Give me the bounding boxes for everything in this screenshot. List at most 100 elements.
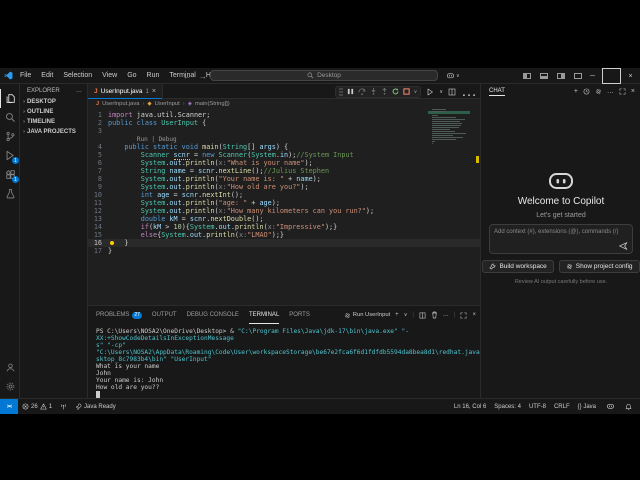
activity-extensions[interactable]: 1 — [0, 165, 20, 184]
status--java[interactable]: {} Java — [574, 404, 600, 410]
task-gear-icon — [344, 312, 351, 319]
minimap[interactable] — [432, 109, 466, 145]
chevron-down-icon[interactable]: ∨ — [414, 89, 418, 95]
split-terminal-icon[interactable] — [419, 312, 426, 319]
source-control-icon — [5, 131, 16, 142]
radio-tower-icon[interactable] — [56, 403, 71, 410]
method-symbol-icon: ◈ — [187, 100, 192, 107]
minimize-button[interactable]: ─ — [583, 68, 602, 84]
step-over-icon[interactable] — [358, 88, 366, 95]
breadcrumb-class[interactable]: UserInput — [155, 101, 180, 107]
menu-go[interactable]: Go — [123, 70, 140, 81]
task-label: Run UserInput — [352, 312, 391, 318]
copilot-status-icon[interactable] — [602, 403, 619, 410]
status-crlf[interactable]: CRLF — [550, 404, 574, 410]
tab-bar: J UserInput.java 1 × ∨ ∨ … — [88, 83, 480, 101]
codelens-row[interactable]: Run | Debug — [88, 135, 480, 143]
settings-button[interactable] — [0, 377, 20, 396]
more-actions-icon[interactable]: … — [607, 88, 614, 95]
activity-explorer[interactable] — [0, 89, 20, 108]
activity-run-debug[interactable]: 1 — [0, 146, 20, 165]
more-actions-icon[interactable]: … — [443, 312, 449, 318]
problems-status[interactable]: 26 1 — [18, 403, 56, 410]
new-terminal-icon[interactable]: + — [395, 312, 399, 318]
pause-icon[interactable] — [347, 88, 354, 95]
restore-button[interactable] — [602, 68, 621, 84]
account-button[interactable] — [0, 358, 20, 377]
build-workspace-button[interactable]: Build workspace — [482, 260, 554, 273]
terminal-output[interactable]: PS C:\Users\NOSA2\OneDrive\Desktop> & "C… — [96, 328, 517, 398]
run-java-button[interactable] — [426, 88, 434, 96]
run-dropdown-icon[interactable]: ∨ — [439, 89, 443, 95]
close-panel-icon[interactable]: × — [472, 312, 476, 318]
panel-tab-problems[interactable]: PROBLEMS 27 — [96, 306, 142, 324]
status-ln-16-col-6[interactable]: Ln 16, Col 6 — [450, 404, 490, 410]
chat-tab[interactable]: CHAT — [489, 88, 505, 95]
java-status[interactable]: Java Ready — [71, 403, 120, 410]
search-placeholder: Desktop — [317, 72, 341, 79]
menu-file[interactable]: File — [16, 70, 35, 81]
bell-icon[interactable] — [621, 403, 636, 411]
status-utf-8[interactable]: UTF-8 — [525, 404, 550, 410]
terminal-task[interactable]: Run UserInput — [344, 312, 390, 319]
sidebar-section-java-projects[interactable]: › JAVA PROJECTS — [20, 127, 87, 137]
remote-indicator[interactable]: >< — [0, 399, 18, 414]
menu-run[interactable]: Run — [143, 70, 164, 81]
lightbulb-icon[interactable] — [110, 241, 114, 245]
code-line-9: 9 System.out.println(x:"How old are you?… — [97, 183, 309, 191]
back-icon[interactable]: ← — [183, 72, 191, 81]
forward-icon[interactable]: → — [199, 72, 207, 81]
more-actions-icon[interactable]: … — [76, 88, 82, 94]
menu-selection[interactable]: Selection — [59, 70, 96, 81]
split-editor-icon[interactable] — [448, 88, 456, 96]
history-icon[interactable] — [583, 88, 590, 95]
step-into-icon[interactable] — [370, 88, 377, 95]
panel-tab-debug-console[interactable]: DEBUG CONSOLE — [187, 306, 239, 324]
sidebar-section-timeline[interactable]: › TIMELINE — [20, 117, 87, 127]
copilot-menu-button[interactable]: ∨ — [446, 70, 460, 81]
terminal-line: s" "-cp" "C:\Users\NOSA2\AppData\Roaming… — [96, 342, 517, 356]
toggle-secondary-sidebar-icon[interactable] — [557, 73, 565, 79]
tab-userinput-java[interactable]: J UserInput.java 1 × — [88, 84, 163, 99]
activity-search[interactable] — [0, 108, 20, 127]
show-project-config-button[interactable]: Show project config — [558, 260, 640, 273]
toggle-panel-icon[interactable] — [540, 73, 548, 79]
breadcrumb-method[interactable]: main(String[]) — [195, 101, 230, 107]
customize-layout-icon[interactable] — [574, 73, 582, 79]
panel-tab-ports[interactable]: PORTS — [289, 306, 310, 324]
kill-terminal-icon[interactable] — [431, 311, 438, 319]
more-actions-icon[interactable]: … — [461, 83, 477, 101]
maximize-chat-icon[interactable] — [619, 88, 626, 95]
grip-icon[interactable] — [338, 87, 343, 96]
separator: | — [412, 312, 414, 318]
step-out-icon[interactable] — [381, 88, 388, 95]
account-icon — [5, 362, 16, 373]
panel-tab-output[interactable]: OUTPUT — [152, 306, 177, 324]
search-input[interactable]: Desktop — [210, 70, 438, 81]
status-spaces-4[interactable]: Spaces: 4 — [490, 404, 525, 410]
restart-icon[interactable] — [392, 88, 399, 95]
close-chat-icon[interactable]: × — [631, 88, 635, 95]
menu-view[interactable]: View — [98, 70, 121, 81]
breadcrumb[interactable]: J UserInput.java › ◆ UserInput › ◈ main(… — [88, 99, 480, 108]
close-window-button[interactable]: × — [621, 68, 640, 84]
terminal-line: How old are you?? — [96, 384, 160, 391]
chat-input[interactable]: Add context (#), extensions (@), command… — [489, 224, 633, 254]
activity-source-control[interactable] — [0, 127, 20, 146]
send-icon[interactable] — [619, 242, 628, 250]
code-area[interactable]: 1 import java.util.Scanner; 2 public class … — [88, 108, 480, 305]
terminal-dropdown-icon[interactable]: ∨ — [404, 312, 408, 318]
sidebar-section-desktop[interactable]: › DESKTOP — [20, 97, 87, 107]
menu-edit[interactable]: Edit — [37, 70, 57, 81]
panel-tab-terminal[interactable]: TERMINAL — [249, 306, 279, 324]
error-icon — [22, 403, 29, 410]
chat-settings-icon[interactable] — [595, 88, 602, 95]
toggle-sidebar-icon[interactable] — [523, 73, 531, 79]
stop-icon[interactable] — [403, 88, 410, 95]
close-tab-icon[interactable]: × — [152, 88, 156, 95]
sidebar-section-outline[interactable]: › OUTLINE — [20, 107, 87, 117]
activity-testing[interactable] — [0, 184, 20, 203]
new-chat-icon[interactable]: + — [574, 88, 578, 95]
maximize-panel-icon[interactable] — [460, 312, 467, 319]
breadcrumb-file[interactable]: UserInput.java — [102, 101, 139, 107]
